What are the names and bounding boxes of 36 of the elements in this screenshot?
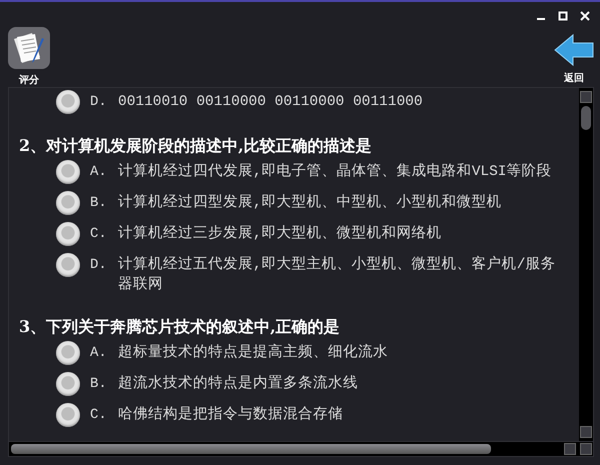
option-letter: B.: [90, 194, 108, 213]
option-text: 计算机经过四代发展,即电子管、晶体管、集成电路和VLSI等阶段: [118, 162, 553, 182]
radio-button[interactable]: [56, 191, 80, 215]
option-letter: A.: [90, 344, 108, 363]
maximize-icon[interactable]: [558, 11, 568, 21]
option-text: 00110010 00110000 00110000 00111000: [118, 93, 424, 112]
horizontal-scrollbar[interactable]: [8, 442, 594, 457]
option-letter: D.: [90, 93, 108, 112]
document-pen-icon[interactable]: [8, 27, 50, 69]
close-icon[interactable]: [580, 11, 590, 21]
vertical-scrollbar[interactable]: [579, 88, 593, 441]
question-title: 3、下列关于奔腾芯片技术的叙述中,正确的是: [19, 317, 341, 337]
radio-button[interactable]: [56, 253, 80, 277]
option-letter: B.: [90, 375, 108, 394]
option-text: 哈佛结构是把指令与数据混合存储: [118, 405, 344, 425]
grade-label: 评分: [19, 74, 39, 87]
back-arrow-icon[interactable]: [553, 33, 595, 67]
radio-button[interactable]: [56, 222, 80, 246]
option-letter: A.: [90, 163, 108, 182]
back-label: 返回: [564, 72, 584, 85]
radio-button[interactable]: [56, 341, 80, 365]
option-text: 超标量技术的特点是提高主频、细化流水: [118, 342, 389, 363]
scroll-thumb[interactable]: [581, 106, 591, 130]
option-letter: C.: [90, 225, 108, 244]
scroll-thumb[interactable]: [11, 444, 491, 454]
question-title: 2、对计算机发展阶段的描述中,比较正确的描述是: [19, 136, 373, 156]
option-letter: C.: [90, 406, 108, 425]
option-text: 计算机经过五代发展,即大型主机、小型机、微型机、客户机/服务器联网: [118, 254, 556, 295]
option-text: 计算机经过三步发展,即大型机、微型机和网络机: [118, 224, 443, 244]
radio-button[interactable]: [56, 372, 80, 396]
radio-button[interactable]: [56, 90, 80, 114]
radio-button[interactable]: [56, 160, 80, 184]
radio-button[interactable]: [56, 403, 80, 427]
option-text: 计算机经过四型发展,即大型机、中型机、小型机和微型机: [118, 193, 503, 213]
option-text: 超流水技术的特点是内置多条流水线: [118, 374, 359, 394]
option-letter: D.: [90, 256, 108, 275]
